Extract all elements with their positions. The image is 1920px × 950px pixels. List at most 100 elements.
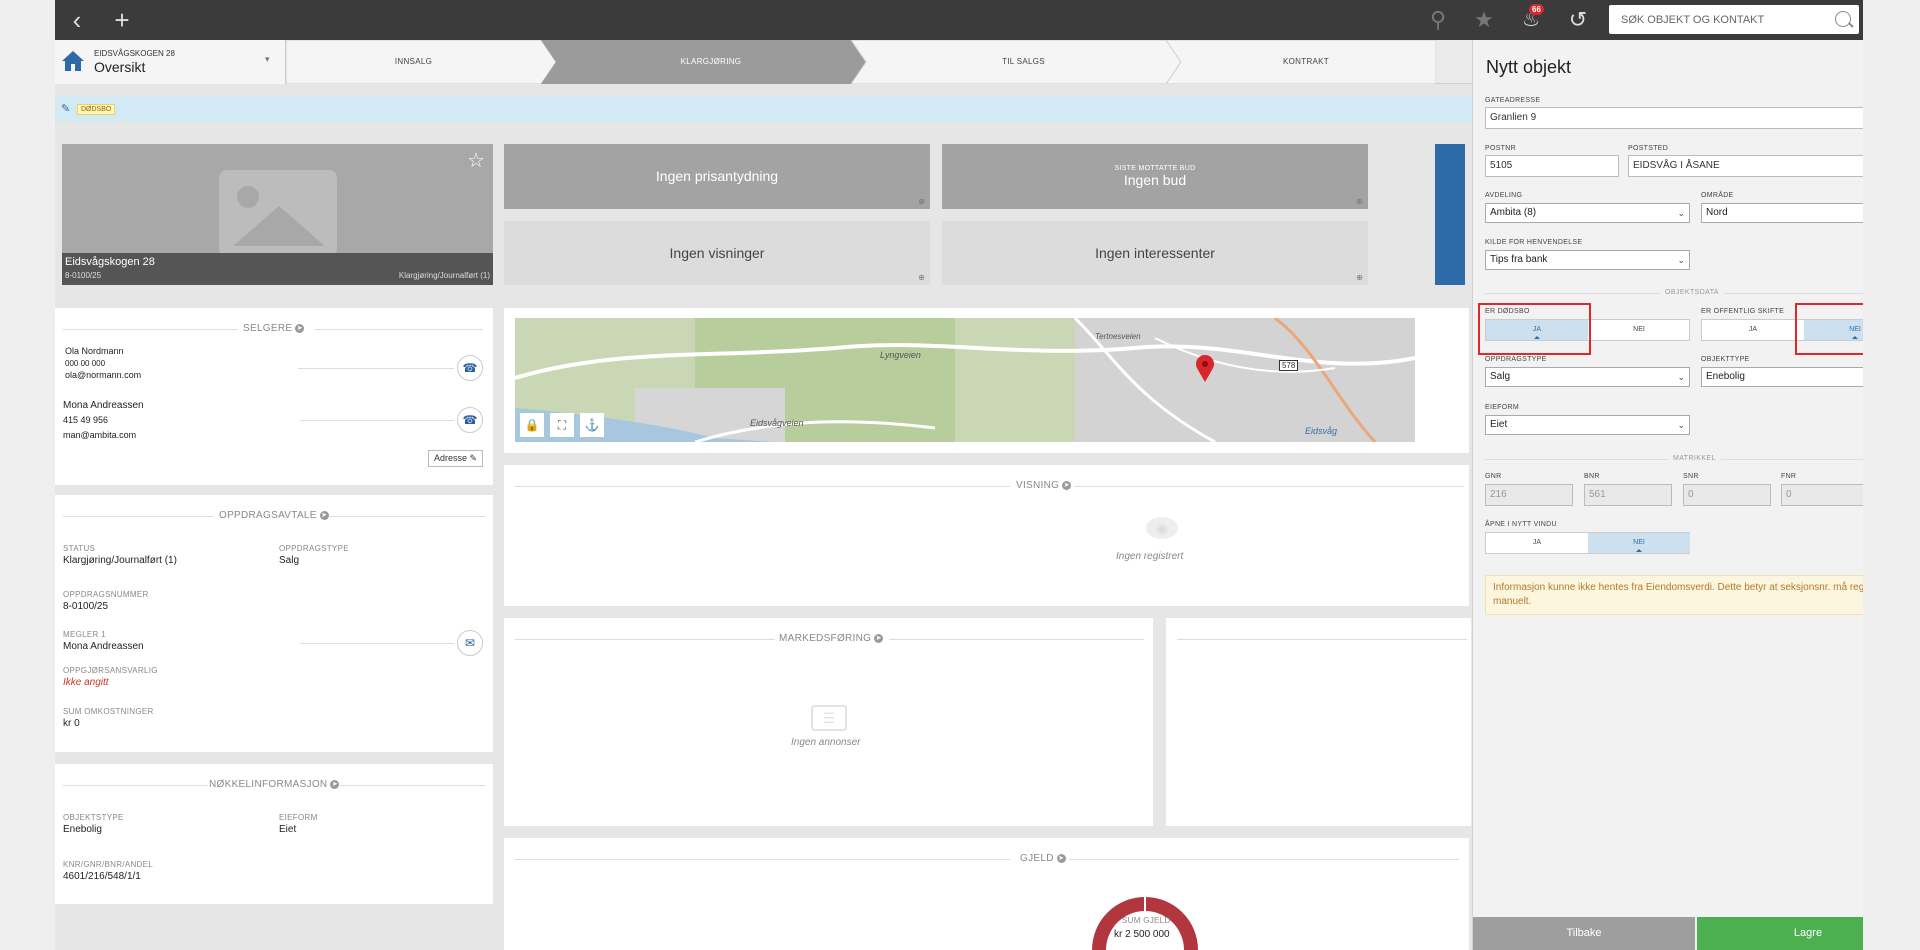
map[interactable]: Lyngveien Eidsvågveien Tertnesveien Eids… [515, 318, 1415, 442]
open-window-toggle: JA NEI [1485, 532, 1690, 554]
step-klargjoring[interactable]: KLARGJØRING [556, 40, 866, 84]
phone-icon[interactable]: ☎ [457, 407, 483, 433]
source-label: KILDE FOR HENVENDELSE [1485, 239, 1583, 246]
photo-caption: Eidsvågskogen 28 8-0100/25 Klargjøring/J… [62, 253, 493, 285]
dept-label: AVDELING [1485, 192, 1523, 199]
debt-value: kr 2 500 000 [1114, 929, 1170, 940]
ownership-value: Eiet [279, 824, 297, 835]
sellers-heading[interactable]: SELGERE ➤ [243, 323, 305, 334]
streetview-icon[interactable]: ⚓ [580, 413, 604, 437]
save-button[interactable]: Lagre [1697, 917, 1863, 950]
notification-badge: 66 [1529, 4, 1544, 15]
street-input[interactable]: Granlien 9 [1485, 107, 1863, 129]
tile-visninger[interactable]: Ingen visninger ⊕ [504, 221, 930, 285]
tile-bud[interactable]: SISTE MOTTATTE BUD Ingen bud ⊕ [942, 144, 1368, 209]
keyinfo-heading[interactable]: NØKKELINFORMASJON ➤ [209, 779, 340, 790]
obj-type-select[interactable]: Enebolig⌄ [1701, 367, 1863, 387]
skifte-yes[interactable]: JA [1702, 320, 1804, 340]
tag-dodsbo: DØDSBO [77, 104, 116, 115]
gnr-label: GNR [1485, 473, 1502, 480]
pencil-icon[interactable]: ✎ [61, 102, 70, 115]
panel-title: Nytt objekt [1486, 57, 1572, 77]
tile-bud-label: SISTE MOTTATTE BUD [1114, 165, 1196, 172]
assignment-heading[interactable]: OPPDRAGSAVTALE ➤ [219, 510, 329, 521]
poststed-input[interactable]: EIDSVÅG I ÅSANE [1628, 155, 1863, 177]
fnr-input[interactable]: 0 [1781, 484, 1863, 506]
info-icon: ⊕ [918, 197, 925, 206]
ownership-label: EIEFORM [1485, 404, 1519, 411]
tile-prisantydning-text: Ingen prisantydning [655, 168, 779, 184]
new-object-panel: Nytt objekt GATEADRESSE Granlien 9 POSTN… [1472, 40, 1863, 950]
back-icon[interactable]: ‹ [62, 5, 92, 35]
knr-label: KNR/GNR/BNR/ANDEL [63, 860, 154, 869]
ownership-label: EIEFORM [279, 813, 318, 822]
star-icon[interactable]: ☆ [467, 148, 485, 173]
bnr-input[interactable]: 561 [1584, 484, 1672, 506]
home-icon [62, 51, 84, 71]
seller-name: Ola Nordmann [65, 346, 124, 356]
mail-icon[interactable]: ✉ [457, 630, 483, 656]
back-button[interactable]: Tilbake [1473, 917, 1695, 950]
side-card [1166, 618, 1471, 826]
settlement-label: OPPGJØRSANSVARLIG [63, 666, 158, 675]
snr-label: SNR [1683, 473, 1699, 480]
objdata-title: OBJEKTSDATA [1660, 289, 1724, 296]
dept-select[interactable]: Ambita (8) ⌄ [1485, 203, 1690, 223]
broker-label: MEGLER 1 [63, 630, 106, 639]
keyinfo-card: NØKKELINFORMASJON ➤ OBJEKTSTYPE Enebolig … [55, 764, 493, 904]
map-label: Lyngveien [880, 350, 921, 360]
viewing-heading[interactable]: VISNING ➤ [1016, 480, 1072, 491]
photo-title: Eidsvågskogen 28 [65, 256, 155, 268]
bnr-label: BNR [1584, 473, 1600, 480]
app: ‹ + ⚲ ★ ♨ 66 ↺ EIDSVÅGSKOGEN 28 Oversikt… [55, 0, 1863, 950]
knr-value: 4601/216/548/1/1 [63, 871, 141, 882]
marketing-heading[interactable]: MARKEDSFØRING ➤ [779, 633, 884, 644]
money-bag-icon[interactable]: ⚲ [1423, 5, 1453, 35]
gnr-input[interactable]: 216 [1485, 484, 1573, 506]
source-select[interactable]: Tips fra bank ⌄ [1485, 250, 1690, 270]
skifte-label: ER OFFENTLIG SKIFTE [1701, 308, 1785, 315]
history-icon[interactable]: ↺ [1563, 5, 1593, 35]
step-til-salgs[interactable]: TIL SALGS [866, 40, 1181, 84]
property-address: EIDSVÅGSKOGEN 28 [94, 49, 175, 58]
street-label: GATEADRESSE [1485, 97, 1541, 104]
address-button[interactable]: Adresse ✎ [428, 450, 484, 467]
assign-type-select[interactable]: Salg ⌄ [1485, 367, 1690, 387]
open-window-no[interactable]: NEI [1588, 533, 1690, 553]
step-kontrakt[interactable]: KONTRAKT [1181, 40, 1431, 84]
dodsbo-no[interactable]: NEI [1588, 320, 1690, 340]
tile-visninger-text: Ingen visninger [669, 245, 765, 261]
area-select[interactable]: Nord⌄ [1701, 203, 1863, 223]
megaphone-icon[interactable]: ★ [1469, 5, 1499, 35]
open-window-label: ÅPNE I NYTT VINDU [1485, 521, 1557, 528]
postnr-input[interactable]: 5105 [1485, 155, 1619, 177]
seller-email: man@ambita.com [63, 430, 137, 440]
info-icon: ⊕ [1356, 273, 1363, 282]
ownership-select[interactable]: Eiet ⌄ [1485, 415, 1690, 435]
poststed-label: POSTSTED [1628, 145, 1669, 152]
property-photo[interactable]: ☆ Eidsvågskogen 28 8-0100/25 Klargjøring… [62, 144, 493, 285]
image-placeholder-icon [219, 170, 337, 256]
tile-interessenter[interactable]: Ingen interessenter ⊕ [942, 221, 1368, 285]
add-icon[interactable]: + [107, 5, 137, 35]
open-window-yes[interactable]: JA [1486, 533, 1588, 553]
search-icon[interactable] [1835, 11, 1851, 27]
lock-icon[interactable]: 🔒 [520, 413, 544, 437]
photo-status: Klargjøring/Journalført (1) [398, 271, 490, 280]
tile-prisantydning[interactable]: Ingen prisantydning ⊕ [504, 144, 930, 209]
map-background [515, 318, 1415, 442]
number-value: 8-0100/25 [63, 601, 109, 612]
viewing-empty: Ingen registrert [1116, 551, 1184, 562]
warning-message: Informasjon kunne ikke hentes fra Eiendo… [1485, 575, 1863, 615]
search-box [1609, 5, 1859, 34]
blue-tile[interactable] [1435, 144, 1465, 285]
snr-input[interactable]: 0 [1683, 484, 1771, 506]
phone-icon[interactable]: ☎ [457, 355, 483, 381]
fullscreen-icon[interactable]: ⛶ [550, 413, 574, 437]
step-innsalg[interactable]: INNSALG [286, 40, 541, 84]
search-input[interactable] [1609, 5, 1819, 34]
property-selector[interactable]: EIDSVÅGSKOGEN 28 Oversikt ▾ [55, 40, 286, 84]
postnr-label: POSTNR [1485, 145, 1516, 152]
debt-heading[interactable]: GJELD ➤ [1020, 853, 1066, 864]
area-label: OMRÅDE [1701, 192, 1734, 199]
